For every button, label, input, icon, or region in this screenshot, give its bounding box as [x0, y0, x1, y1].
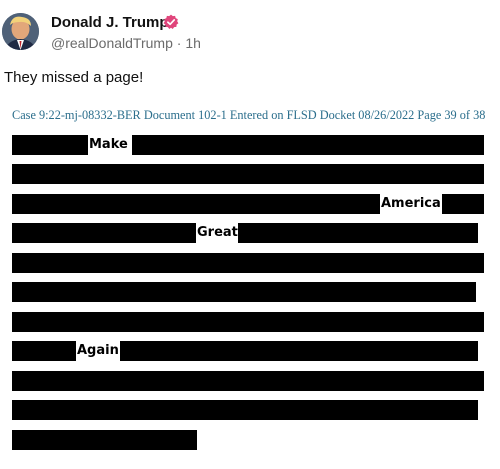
avatar-portrait-icon: [2, 13, 39, 50]
post-header: Donald J. Trump @realDonaldTrump · 1h: [0, 0, 500, 62]
avatar[interactable]: [2, 13, 39, 50]
redaction-bar: [12, 400, 478, 420]
revealed-word-make: Make: [88, 135, 129, 155]
redaction-bar: [12, 312, 484, 332]
redaction-bar: [12, 430, 197, 450]
redaction-bar: [132, 135, 484, 155]
redaction-bar: [12, 341, 76, 361]
timestamp[interactable]: 1h: [185, 35, 201, 51]
revealed-word-again: Again: [76, 341, 120, 361]
redaction-bar: [12, 164, 484, 184]
redaction-bar: [12, 282, 476, 302]
handle[interactable]: @realDonaldTrump: [51, 35, 173, 51]
author-name[interactable]: Donald J. Trump: [51, 14, 169, 31]
attached-document-image[interactable]: Case 9:22-mj-08332-BER Document 102-1 En…: [0, 98, 500, 469]
redaction-bar: [12, 371, 484, 391]
redaction-bar: [12, 135, 88, 155]
revealed-word-great: Great: [196, 223, 239, 243]
revealed-word-america: America: [380, 194, 442, 214]
redaction-bar: [120, 341, 478, 361]
redaction-bar: [12, 253, 484, 273]
redaction-bar: [12, 194, 380, 214]
redaction-bar: [238, 223, 478, 243]
handle-line: @realDonaldTrump · 1h: [51, 35, 201, 51]
separator: ·: [176, 35, 182, 51]
verified-badge-icon: [163, 14, 179, 29]
redaction-bar: [442, 194, 484, 214]
post-text: They missed a page!: [4, 69, 144, 86]
redaction-bar: [12, 223, 196, 243]
document-header: Case 9:22-mj-08332-BER Document 102-1 En…: [12, 108, 486, 122]
